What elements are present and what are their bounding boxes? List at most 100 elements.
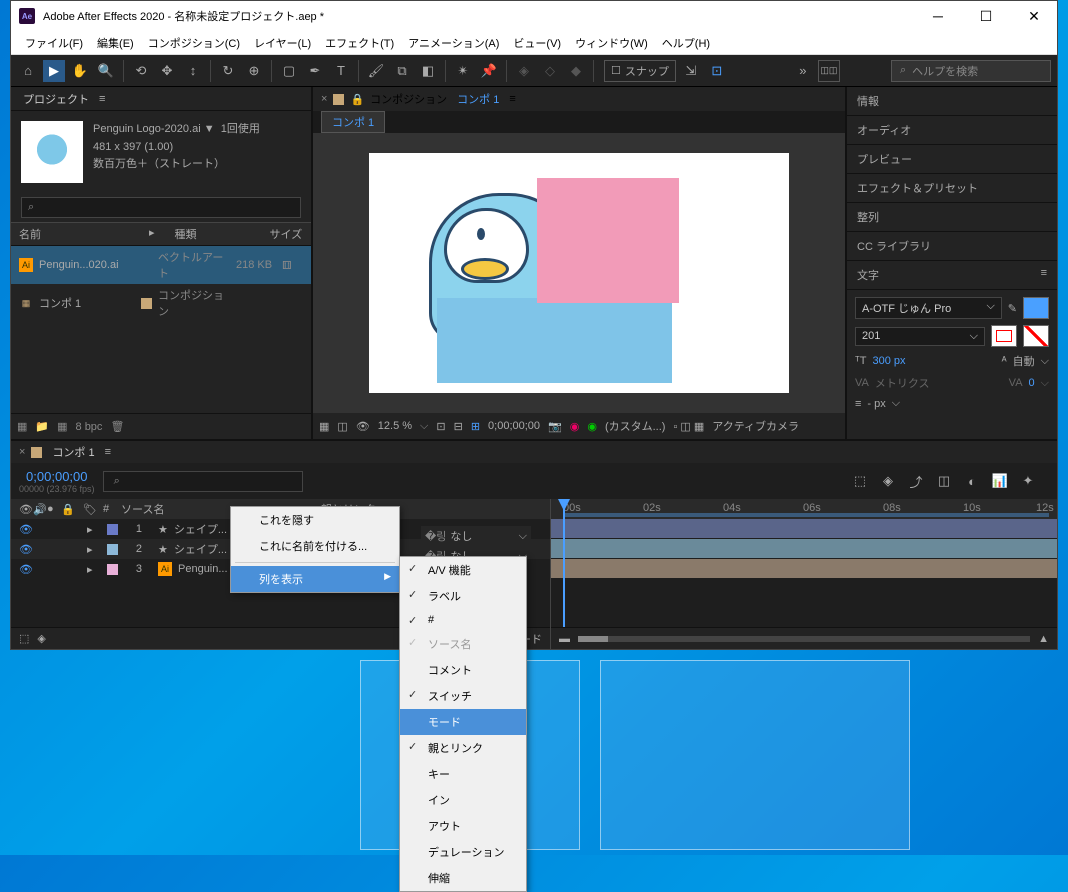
rect-tool[interactable]: ▢ bbox=[278, 60, 300, 82]
snap-bounds-icon[interactable]: ⊡ bbox=[706, 60, 728, 82]
character-panel-header[interactable]: 文字≡ bbox=[847, 261, 1057, 290]
align-panel[interactable]: 整列 bbox=[847, 203, 1057, 232]
mask-icon[interactable]: 👁 bbox=[356, 420, 370, 433]
ctx-col-in[interactable]: イン bbox=[400, 787, 526, 813]
snap-edge-icon[interactable]: ⇲ bbox=[680, 60, 702, 82]
project-columns[interactable]: 名前 ▸ 種類 サイズ bbox=[11, 222, 311, 246]
minimize-button[interactable]: ─ bbox=[923, 6, 953, 26]
effects-panel[interactable]: エフェクト＆プリセット bbox=[847, 174, 1057, 203]
ctx-col-key[interactable]: キー bbox=[400, 761, 526, 787]
ctx-col-duration[interactable]: デュレーション bbox=[400, 839, 526, 865]
font-weight-select[interactable]: 201⌵ bbox=[855, 327, 985, 346]
orbit-tool[interactable]: ⟲ bbox=[130, 60, 152, 82]
ctx-col-stretch[interactable]: 伸縮 bbox=[400, 865, 526, 891]
zoom-out-icon[interactable]: ▬ bbox=[559, 633, 570, 645]
snap-toggle[interactable]: ☐ スナップ bbox=[604, 60, 676, 82]
view-layout-icon[interactable]: ▫ ◫ ▦ bbox=[673, 420, 704, 433]
ctx-col-out[interactable]: アウト bbox=[400, 813, 526, 839]
leading[interactable]: 自動 bbox=[1013, 353, 1035, 369]
trash-icon[interactable]: 🗑 bbox=[110, 420, 124, 433]
panel-menu-icon[interactable]: ≡ bbox=[509, 93, 515, 105]
zoom-tool[interactable]: 🔍 bbox=[95, 60, 117, 82]
comp-name-link[interactable]: コンポ 1 bbox=[453, 89, 503, 109]
cclib-panel[interactable]: CC ライブラリ bbox=[847, 232, 1057, 261]
ctx-rename[interactable]: これに名前を付ける... bbox=[231, 533, 399, 559]
ctx-col-mode[interactable]: モード bbox=[400, 709, 526, 735]
brainstorm-icon[interactable]: ✦ bbox=[1017, 470, 1039, 492]
graph-icon[interactable]: 📊 bbox=[989, 470, 1011, 492]
composition-viewer[interactable] bbox=[313, 133, 845, 413]
font-size[interactable]: 300 px bbox=[872, 355, 905, 367]
roto-tool[interactable]: ✴ bbox=[452, 60, 474, 82]
menu-help[interactable]: ヘルプ(H) bbox=[656, 33, 716, 53]
interpret-icon[interactable]: ▦ bbox=[17, 420, 27, 433]
workspace-icon[interactable]: ◫◫ bbox=[818, 60, 840, 82]
help-search[interactable]: ⌕ ヘルプを検索 bbox=[891, 60, 1051, 82]
maximize-button[interactable]: ☐ bbox=[971, 6, 1001, 26]
menu-edit[interactable]: 編集(E) bbox=[91, 33, 140, 53]
resolution-icon[interactable]: ⊡ bbox=[436, 420, 445, 433]
roi-icon[interactable]: ⊟ bbox=[454, 420, 463, 433]
timeline-search[interactable]: ⌕ bbox=[103, 471, 303, 492]
home-tool[interactable]: ⌂ bbox=[17, 60, 39, 82]
ctx-show-columns[interactable]: 列を表示▶ bbox=[231, 566, 399, 592]
font-select[interactable]: A-OTF じゅん Pro⌵ bbox=[855, 297, 1002, 319]
axis-view[interactable]: ◆ bbox=[565, 60, 587, 82]
clone-tool[interactable]: ⧉ bbox=[391, 60, 413, 82]
color-icon[interactable]: ◉ bbox=[587, 420, 597, 433]
dolly-tool[interactable]: ↕ bbox=[182, 60, 204, 82]
comp-tab[interactable]: コンポ 1 bbox=[321, 111, 385, 133]
frameblend-icon[interactable]: ◫ bbox=[933, 470, 955, 492]
brush-tool[interactable]: 🖌 bbox=[365, 60, 387, 82]
close-button[interactable]: ✕ bbox=[1019, 6, 1049, 26]
timecode[interactable]: 0;00;00;00 bbox=[19, 469, 95, 484]
render-icon[interactable]: ◈ bbox=[37, 632, 45, 645]
menu-composition[interactable]: コンポジション(C) bbox=[142, 33, 246, 53]
pan-tool[interactable]: ✥ bbox=[156, 60, 178, 82]
grid-icon[interactable]: ▦ bbox=[319, 420, 329, 433]
comp-flowchart-icon[interactable]: ⬚ bbox=[849, 470, 871, 492]
text-tool[interactable]: T bbox=[330, 60, 352, 82]
selection-tool[interactable]: ▶ bbox=[43, 60, 65, 82]
new-folder-icon[interactable]: 📁 bbox=[35, 420, 49, 433]
pen-tool[interactable]: ✒ bbox=[304, 60, 326, 82]
zoom-level[interactable]: 12.5 % bbox=[378, 420, 412, 432]
axis-local[interactable]: ◈ bbox=[513, 60, 535, 82]
menu-layer[interactable]: レイヤー(L) bbox=[248, 33, 317, 53]
bpc-toggle[interactable]: 8 bpc bbox=[76, 421, 103, 433]
transparency-icon[interactable]: ◫ bbox=[337, 420, 347, 433]
project-tab[interactable]: プロジェクト bbox=[19, 89, 93, 109]
new-comp-icon[interactable]: ▦ bbox=[57, 420, 67, 433]
panel-menu-icon[interactable]: ≡ bbox=[99, 93, 105, 105]
menu-file[interactable]: ファイル(F) bbox=[19, 33, 89, 53]
shy-icon[interactable]: ⤴ bbox=[905, 470, 927, 492]
stroke-color[interactable] bbox=[991, 325, 1017, 347]
menu-animation[interactable]: アニメーション(A) bbox=[402, 33, 505, 53]
preview-panel[interactable]: プレビュー bbox=[847, 145, 1057, 174]
anchor-tool[interactable]: ⊕ bbox=[243, 60, 265, 82]
lock-icon[interactable]: 🔒 bbox=[350, 93, 364, 106]
toggle-switches-icon[interactable]: ⬚ bbox=[19, 632, 29, 645]
eyedropper-icon[interactable]: ✎ bbox=[1008, 302, 1017, 315]
channel-icon[interactable]: ◉ bbox=[570, 420, 580, 433]
draft3d-icon[interactable]: ◈ bbox=[877, 470, 899, 492]
no-color[interactable] bbox=[1023, 325, 1049, 347]
axis-world[interactable]: ◇ bbox=[539, 60, 561, 82]
fill-color[interactable] bbox=[1023, 297, 1049, 319]
viewer-time[interactable]: 0;00;00;00 bbox=[488, 420, 540, 432]
ctx-col-av[interactable]: ✓A/V 機能 bbox=[400, 557, 526, 583]
ctx-col-label[interactable]: ✓ラベル bbox=[400, 583, 526, 609]
guides-icon[interactable]: ⊞ bbox=[471, 420, 480, 433]
menu-view[interactable]: ビュー(V) bbox=[507, 33, 567, 53]
ctx-col-comment[interactable]: コメント bbox=[400, 657, 526, 683]
zoom-in-icon[interactable]: ▲ bbox=[1038, 633, 1049, 645]
ctx-hide[interactable]: これを隠す bbox=[231, 507, 399, 533]
project-item-ai[interactable]: Ai Penguin...020.ai ベクトルアート 218 KB ⚅ bbox=[11, 246, 311, 284]
info-panel[interactable]: 情報 bbox=[847, 87, 1057, 116]
toolbar-overflow[interactable]: » bbox=[792, 60, 814, 82]
custom-view[interactable]: (カスタム...) bbox=[605, 418, 666, 434]
menu-effect[interactable]: エフェクト(T) bbox=[319, 33, 400, 53]
ctx-col-parent[interactable]: ✓親とリンク bbox=[400, 735, 526, 761]
puppet-tool[interactable]: 📌 bbox=[478, 60, 500, 82]
menu-window[interactable]: ウィンドウ(W) bbox=[569, 33, 654, 53]
